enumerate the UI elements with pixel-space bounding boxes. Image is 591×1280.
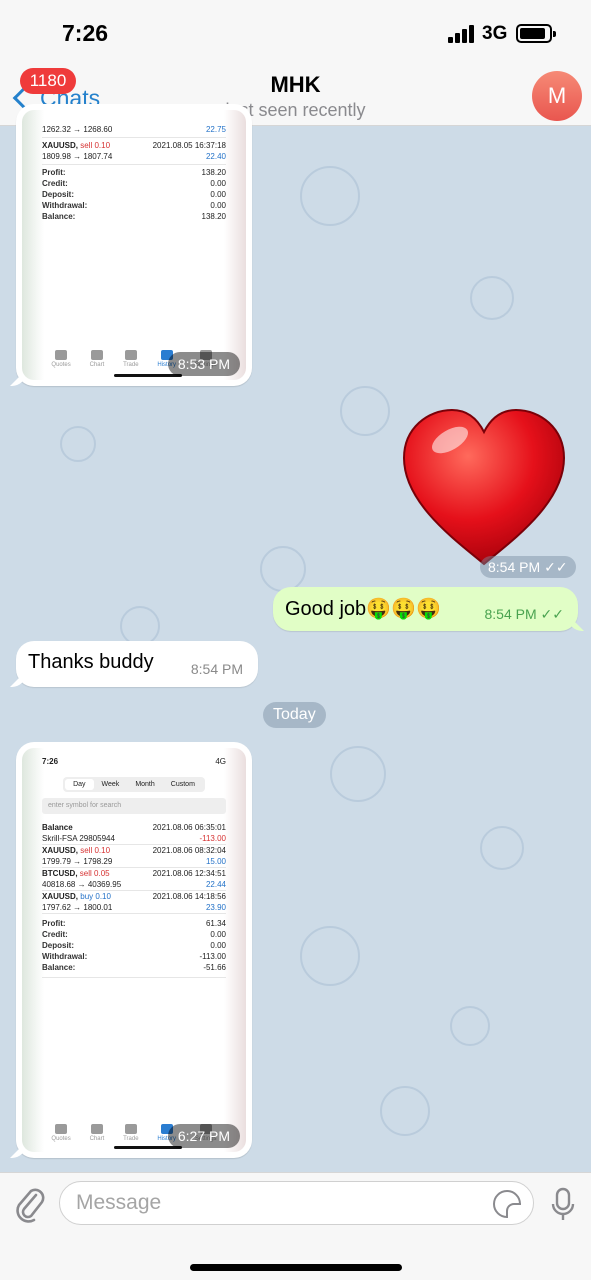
- message-time: 6:27 PM: [167, 1124, 240, 1148]
- date-divider: Today: [263, 702, 326, 728]
- message-time: 8:54 PM: [190, 661, 243, 677]
- screenshot-image: 7:26 4G Day Week Month Custom enter symbo…: [22, 748, 246, 1152]
- sticker-time: 8:54 PM ✓✓: [480, 556, 576, 578]
- avatar[interactable]: M: [532, 71, 582, 121]
- screenshot-image: 1262.32 → 1268.60 22.75 XAUUSD, sell 0.10…: [22, 110, 246, 380]
- status-bar: 7:26 3G: [0, 0, 591, 62]
- chat-title[interactable]: MHK: [0, 72, 591, 98]
- message-text: Thanks buddy: [28, 651, 154, 673]
- battery-icon: [516, 24, 556, 43]
- home-indicator: [190, 1264, 402, 1271]
- status-time: 7:26: [62, 20, 109, 46]
- sticker-icon[interactable]: [493, 1190, 521, 1218]
- read-check-icon: ✓✓: [540, 606, 564, 622]
- incoming-message[interactable]: Thanks buddy 8:54 PM: [16, 641, 258, 687]
- message-time: 8:54 PM ✓✓: [484, 606, 565, 622]
- image-message-2[interactable]: 7:26 4G Day Week Month Custom enter symbo…: [16, 742, 252, 1158]
- paperclip-icon[interactable]: [14, 1185, 46, 1223]
- message-field-container: [59, 1181, 534, 1225]
- message-input[interactable]: [76, 1182, 476, 1224]
- outgoing-message[interactable]: Good job🤑🤑🤑 8:54 PM ✓✓: [273, 587, 578, 631]
- microphone-icon[interactable]: [550, 1187, 576, 1223]
- period-selector: Day Week Month Custom: [63, 777, 205, 792]
- signal-icon: [448, 25, 474, 43]
- heart-icon: [402, 408, 566, 566]
- heart-sticker[interactable]: [398, 404, 570, 570]
- symbol-search: enter symbol for search: [42, 798, 226, 814]
- network-type: 3G: [482, 23, 508, 44]
- message-time: 8:53 PM: [167, 352, 240, 376]
- message-text: Good job🤑🤑🤑: [285, 598, 441, 620]
- image-message-1[interactable]: 1262.32 → 1268.60 22.75 XAUUSD, sell 0.10…: [16, 104, 252, 386]
- read-check-icon: ✓✓: [544, 559, 568, 575]
